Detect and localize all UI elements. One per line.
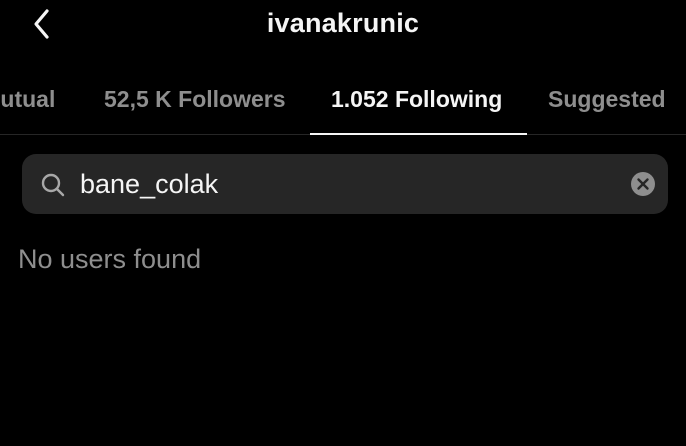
- no-results-message: No users found: [18, 244, 202, 274]
- top-bar: ivanakrunic: [0, 0, 686, 58]
- search-input[interactable]: [80, 154, 620, 214]
- search-icon: [41, 173, 65, 197]
- search-bar[interactable]: [22, 154, 668, 214]
- active-tab-indicator: [310, 133, 527, 135]
- tab-suggested[interactable]: Suggested: [548, 62, 666, 134]
- page-title: ivanakrunic: [266, 8, 420, 38]
- clear-icon[interactable]: [630, 171, 656, 197]
- tab-bar: lutual 52,5 K Followers 1.052 Following …: [0, 62, 686, 135]
- following-list-screen: ivanakrunic lutual 52,5 K Followers 1.05…: [0, 0, 686, 446]
- tab-following[interactable]: 1.052 Following: [331, 62, 502, 134]
- tab-mutual[interactable]: lutual: [0, 62, 55, 134]
- tab-followers[interactable]: 52,5 K Followers: [104, 62, 286, 134]
